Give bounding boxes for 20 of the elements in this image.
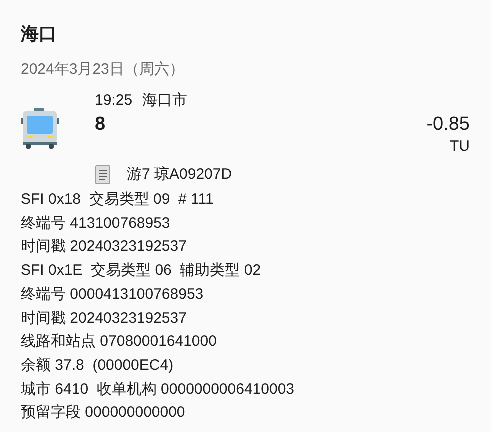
notepad-icon (95, 165, 111, 185)
bus-icon (21, 108, 59, 150)
time-text: 19:25 (95, 91, 133, 111)
detail-line: 线路和站点 07080001641000 (21, 332, 217, 352)
detail-line: 余额 37.8 (00000EC4) (21, 356, 174, 376)
detail-line: 城市 6410 收单机构 0000000006410003 (21, 380, 295, 400)
detail-line: SFI 0x1E 交易类型 06 辅助类型 02 (21, 261, 262, 282)
currency-text: TU (450, 137, 470, 157)
date-text: 2024年3月23日（周六） (21, 60, 184, 80)
detail-line: 终端号 0000413100768953 (21, 284, 204, 305)
detail-line: 终端号 413100768953 (21, 214, 170, 234)
amount-text: -0.85 (426, 113, 470, 137)
detail-line: SFI 0x18 交易类型 09 # 111 (21, 190, 214, 210)
detail-line: 时间戳 20240323192537 (21, 308, 187, 329)
place-text: 海口市 (142, 91, 188, 111)
detail-line: 时间戳 20240323192537 (21, 237, 187, 258)
route-number: 8 (95, 113, 106, 137)
city-title: 海口 (21, 23, 57, 46)
note-text: 游7 琼A09207D (127, 165, 232, 185)
detail-line: 预留字段 000000000000 (21, 403, 186, 424)
